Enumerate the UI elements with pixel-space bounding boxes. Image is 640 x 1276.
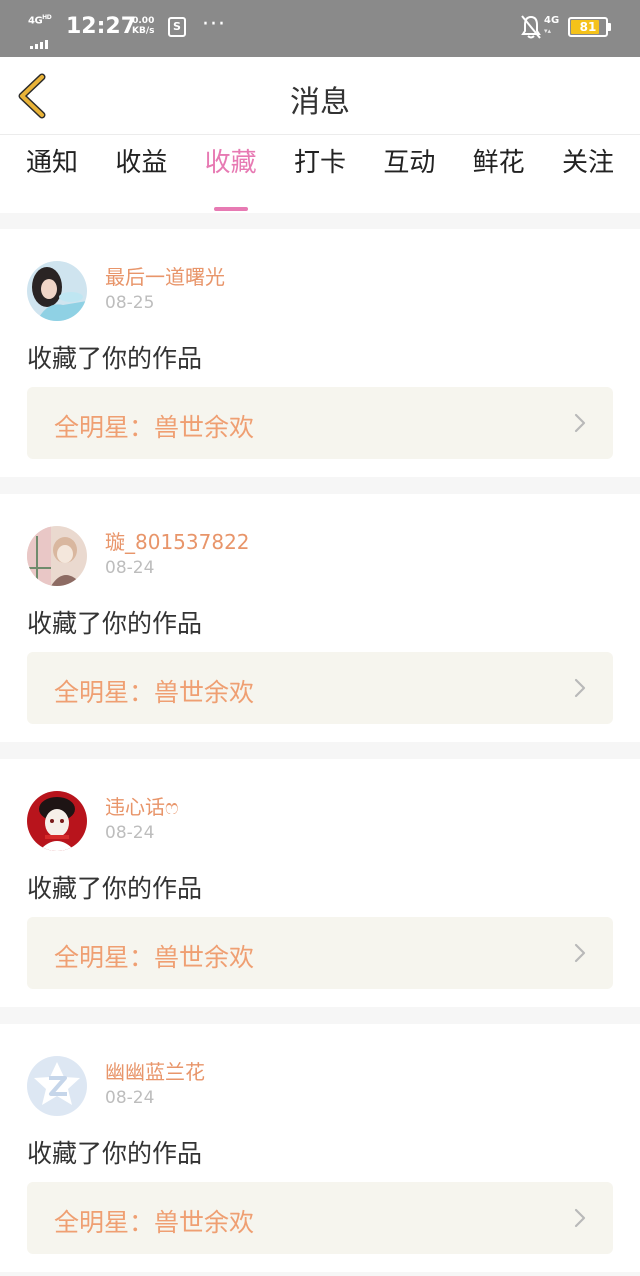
work-link[interactable]: 全明星：兽世余欢 xyxy=(27,917,613,989)
work-title: 全明星：兽世余欢 xyxy=(54,943,255,972)
mobile-data-icon: 4G ▾▴ xyxy=(544,15,560,36)
avatar[interactable] xyxy=(27,1056,87,1116)
app-notification-icon: S xyxy=(168,17,186,37)
user-name[interactable]: 最后一道曙光 xyxy=(105,261,225,290)
tab-check-in[interactable]: 打卡 xyxy=(294,135,346,213)
category-tabs: 通知 收益 收藏 打卡 互动 鲜花 关注 xyxy=(0,135,640,213)
bell-off-icon xyxy=(521,15,541,39)
user-name[interactable]: 幽幽蓝兰花 xyxy=(105,1056,205,1085)
chevron-right-icon xyxy=(574,943,586,963)
work-title: 全明星：兽世余欢 xyxy=(54,678,255,707)
message-date: 08-24 xyxy=(105,558,155,578)
user-name[interactable]: 违心话ෆ xyxy=(105,791,179,820)
user-name[interactable]: 璇_801537822 xyxy=(105,526,250,555)
tab-notifications[interactable]: 通知 xyxy=(26,135,78,213)
tab-favorites[interactable]: 收藏 xyxy=(205,135,257,213)
work-link[interactable]: 全明星：兽世余欢 xyxy=(27,652,613,724)
message-date: 08-24 xyxy=(105,1088,155,1108)
tab-follows[interactable]: 关注 xyxy=(562,135,614,213)
message-card: 最后一道曙光 08-25 收藏了你的作品 全明星：兽世余欢 xyxy=(0,229,640,477)
chevron-right-icon xyxy=(574,413,586,433)
work-title: 全明星：兽世余欢 xyxy=(54,1208,255,1237)
chevron-right-icon xyxy=(574,1208,586,1228)
tab-flowers[interactable]: 鲜花 xyxy=(473,135,525,213)
status-time: 12:27 xyxy=(66,14,137,39)
network-speed: 0.00 KB/s xyxy=(132,16,155,36)
message-card: 违心话ෆ 08-24 收藏了你的作品 全明星：兽世余欢 xyxy=(0,759,640,1007)
action-text: 收藏了你的作品 xyxy=(27,1139,203,1168)
work-link[interactable]: 全明星：兽世余欢 xyxy=(27,387,613,459)
action-text: 收藏了你的作品 xyxy=(27,874,203,903)
avatar[interactable] xyxy=(27,261,87,321)
avatar[interactable] xyxy=(27,526,87,586)
action-text: 收藏了你的作品 xyxy=(27,344,203,373)
message-date: 08-24 xyxy=(105,823,155,843)
message-card: 幽幽蓝兰花 08-24 收藏了你的作品 全明星：兽世余欢 xyxy=(0,1024,640,1272)
page-title: 消息 xyxy=(290,85,350,120)
chevron-right-icon xyxy=(574,678,586,698)
tab-interaction[interactable]: 互动 xyxy=(383,135,435,213)
message-card: 璇_801537822 08-24 收藏了你的作品 全明星：兽世余欢 xyxy=(0,494,640,742)
status-bar: 4GHD 12:27 0.00 KB/s S ··· 4G ▾▴ 81 xyxy=(0,0,640,57)
signal-icon: 4GHD xyxy=(28,14,58,49)
more-notifications-icon: ··· xyxy=(202,12,226,37)
work-link[interactable]: 全明星：兽世余欢 xyxy=(27,1182,613,1254)
action-text: 收藏了你的作品 xyxy=(27,609,203,638)
message-date: 08-25 xyxy=(105,293,155,313)
battery-percent: 81 xyxy=(579,20,597,34)
avatar[interactable] xyxy=(27,791,87,851)
battery-icon: 81 xyxy=(568,17,611,37)
top-bar: 消息 xyxy=(0,57,640,135)
message-list: 最后一道曙光 08-25 收藏了你的作品 全明星：兽世余欢 璇_80153782… xyxy=(0,229,640,1276)
tab-earnings[interactable]: 收益 xyxy=(115,135,167,213)
work-title: 全明星：兽世余欢 xyxy=(54,413,255,442)
